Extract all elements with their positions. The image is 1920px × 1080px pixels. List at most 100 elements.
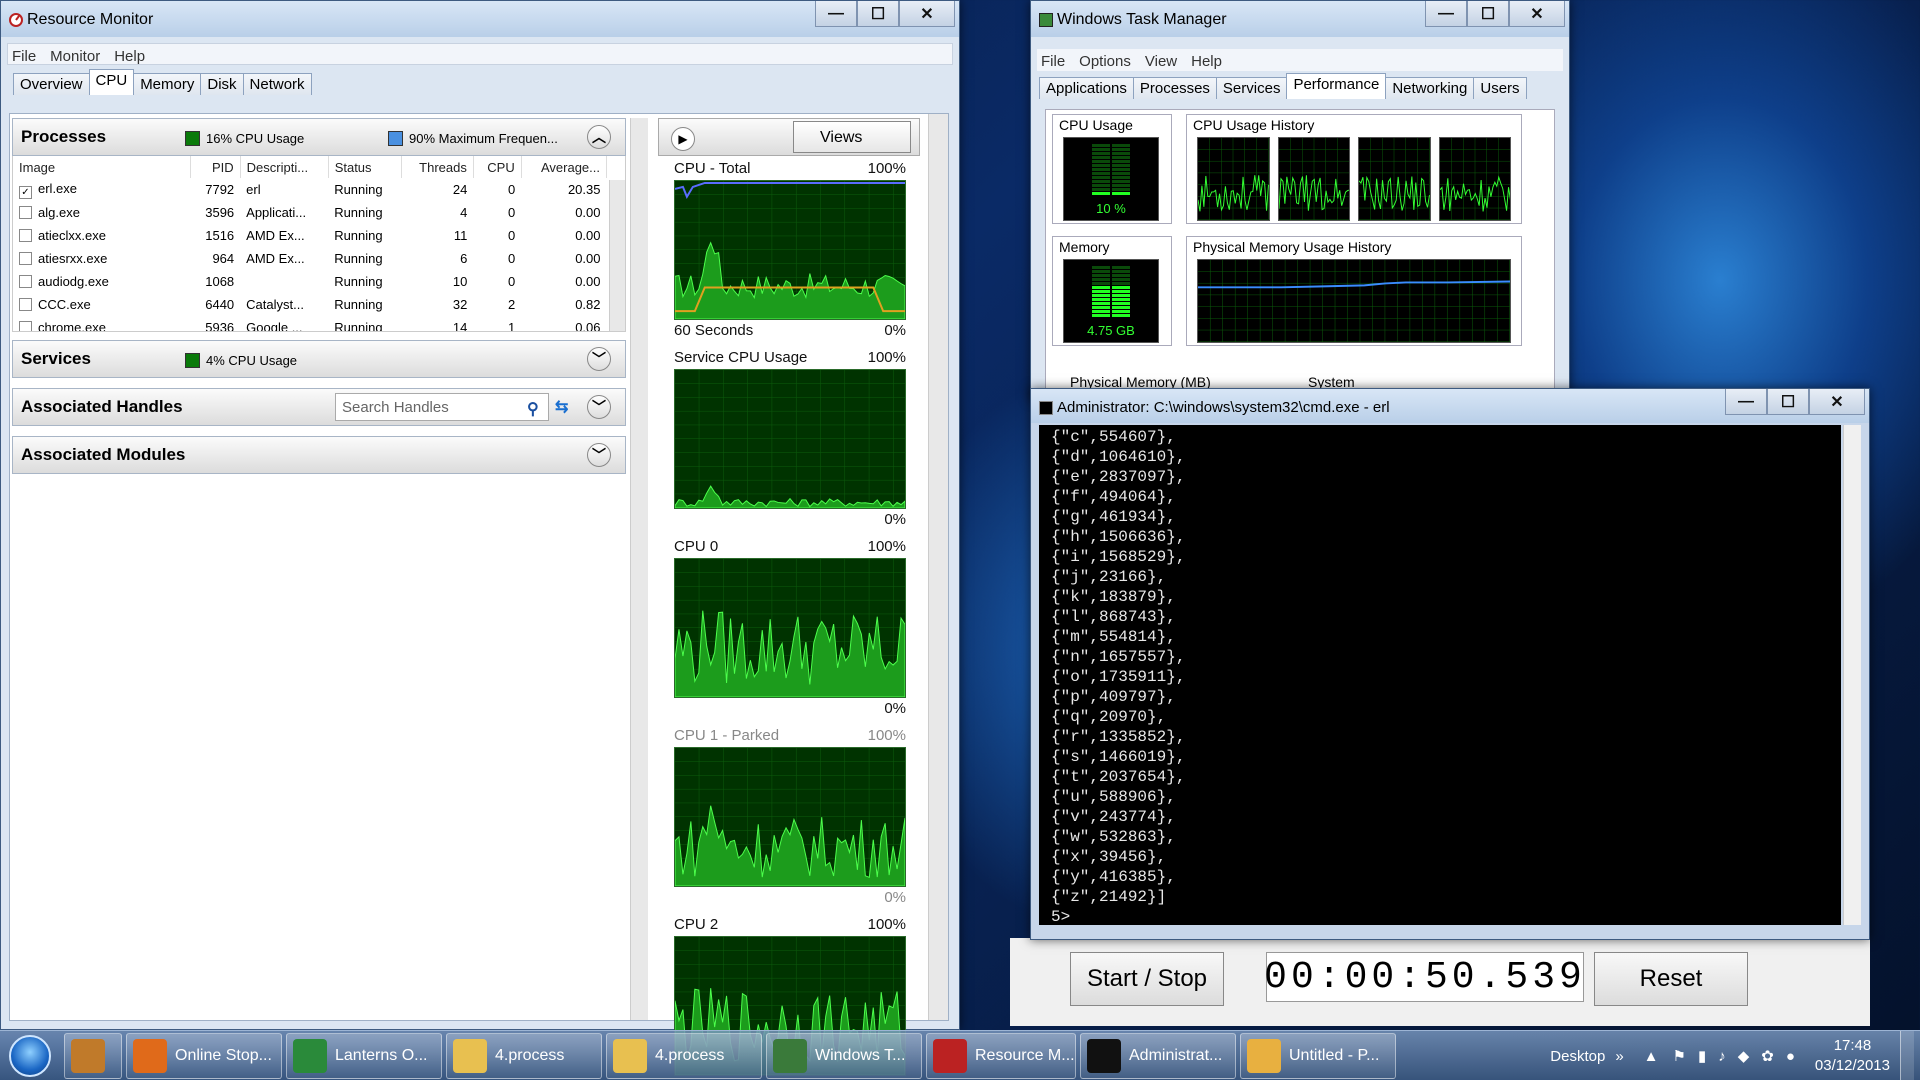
tab[interactable]: Overview xyxy=(13,73,90,95)
taskbar-item[interactable]: 4.process xyxy=(606,1032,762,1079)
show-desktop-button[interactable] xyxy=(1900,1031,1914,1080)
column-header[interactable]: Threads xyxy=(401,156,474,178)
cmd-scrollbar[interactable] xyxy=(1843,425,1861,925)
start-stop-button[interactable]: Start / Stop xyxy=(1070,952,1224,1006)
expand-arrow-icon[interactable]: ▶ xyxy=(671,127,695,151)
dropbox-icon[interactable]: ◆ xyxy=(1738,1047,1750,1065)
column-header[interactable]: PID xyxy=(190,156,241,178)
table-row[interactable]: alg.exe 3596 Applicati... Running 4 0 0.00 xyxy=(13,201,607,224)
resmon-titlebar[interactable]: Resource Monitor — ☐ ✕ xyxy=(1,1,959,37)
menu-item[interactable]: Help xyxy=(114,48,145,65)
maximize-button[interactable]: ☐ xyxy=(1467,1,1509,27)
network-icon[interactable]: ▮ xyxy=(1698,1047,1706,1065)
graphs-scrollbar[interactable] xyxy=(928,114,948,1020)
taskbar-item[interactable]: Resource M... xyxy=(926,1032,1076,1079)
taskbar-item[interactable]: Administrat... xyxy=(1080,1032,1236,1079)
tab[interactable]: Disk xyxy=(200,73,244,95)
tab[interactable]: Memory xyxy=(133,73,202,95)
tray-status-icon[interactable]: ● xyxy=(1786,1048,1795,1065)
start-button[interactable] xyxy=(0,1031,60,1080)
expand-chevron-icon[interactable]: ﹀ xyxy=(587,443,611,467)
maximize-button[interactable]: ☐ xyxy=(857,1,899,27)
cmd-titlebar[interactable]: Administrator: C:\windows\system32\cmd.e… xyxy=(1031,389,1869,423)
volume-icon[interactable]: ♪ xyxy=(1718,1048,1726,1065)
table-row[interactable]: atiesrxx.exe 964 AMD Ex... Running 6 0 0.00 xyxy=(13,247,607,270)
tab[interactable]: Processes xyxy=(1132,77,1217,99)
taskbar-item[interactable]: Untitled - P... xyxy=(1240,1032,1396,1079)
table-row[interactable]: chrome.exe 5936 Google ... Running 14 1 0.06 xyxy=(13,316,607,331)
tab[interactable]: Performance xyxy=(1286,73,1387,99)
column-header[interactable]: Average... xyxy=(521,156,608,178)
taskbar-item-label: Windows T... xyxy=(815,1046,906,1064)
tab[interactable]: Network xyxy=(242,73,312,95)
taskbar-item[interactable]: Online Stop... xyxy=(126,1032,282,1079)
refresh-icon[interactable]: ⇆ xyxy=(555,397,568,417)
menu-item[interactable]: File xyxy=(12,48,36,65)
menu-item[interactable]: Help xyxy=(1191,53,1222,70)
table-row[interactable]: CCC.exe 6440 Catalyst... Running 32 2 0.82 xyxy=(13,293,607,316)
menu-item[interactable]: View xyxy=(1145,53,1177,70)
menu-item[interactable]: Monitor xyxy=(50,48,100,65)
taskbar-item[interactable]: 4.process xyxy=(446,1032,602,1079)
processes-scrollbar[interactable] xyxy=(609,180,625,331)
table-row[interactable]: ✓ erl.exe 7792 erl Running 24 0 20.35 xyxy=(13,178,607,201)
expand-chevron-icon[interactable]: ﹀ xyxy=(587,395,611,419)
minimize-button[interactable]: — xyxy=(815,1,857,27)
collapse-chevron-icon[interactable]: ︿ xyxy=(587,125,611,149)
row-checkbox[interactable] xyxy=(19,206,32,219)
desktop-toolbar[interactable]: Desktop xyxy=(1550,1048,1605,1065)
taskbar-item[interactable]: Lanterns O... xyxy=(286,1032,442,1079)
search-icon[interactable]: ⚲ xyxy=(527,399,539,419)
minimize-button[interactable]: — xyxy=(1425,1,1467,27)
taskbar-item[interactable]: Windows T... xyxy=(766,1032,922,1079)
cmd-window: Administrator: C:\windows\system32\cmd.e… xyxy=(1030,388,1870,940)
services-header[interactable]: Services 4% CPU Usage ﹀ xyxy=(12,340,626,378)
search-handles-input[interactable]: Search Handles xyxy=(335,393,549,421)
toolbar-chevron-icon[interactable]: » xyxy=(1615,1048,1623,1065)
tab[interactable]: Users xyxy=(1473,77,1527,99)
tray-app-icon[interactable]: ✿ xyxy=(1761,1047,1774,1065)
row-checkbox[interactable] xyxy=(19,321,32,331)
action-center-icon[interactable]: ⚑ xyxy=(1673,1047,1686,1065)
row-checkbox[interactable] xyxy=(19,252,32,265)
column-header[interactable]: Status xyxy=(328,156,403,178)
cmd-app-icon xyxy=(1039,401,1053,415)
show-hidden-icons-icon[interactable]: ▲ xyxy=(1644,1048,1659,1065)
modules-header[interactable]: Associated Modules ﹀ xyxy=(12,436,626,474)
tab[interactable]: Applications xyxy=(1039,77,1134,99)
graph-max: 100% xyxy=(867,160,906,177)
reset-button[interactable]: Reset xyxy=(1594,952,1748,1006)
tab[interactable]: Networking xyxy=(1385,77,1475,99)
console-output[interactable]: {"c",554607}, {"d",1064610}, {"e",2837097}… xyxy=(1039,425,1841,925)
taskmgr-titlebar[interactable]: Windows Task Manager — ☐ ✕ xyxy=(1031,1,1569,37)
splitter-scrollbar[interactable] xyxy=(630,118,648,1020)
row-checkbox[interactable] xyxy=(19,298,32,311)
close-button[interactable]: ✕ xyxy=(1809,389,1865,415)
clock[interactable]: 17:48 03/12/2013 xyxy=(1815,1036,1890,1076)
expand-chevron-icon[interactable]: ﹀ xyxy=(587,347,611,371)
taskbar-item[interactable] xyxy=(64,1032,122,1079)
console-line: {"s",1466019}, xyxy=(1051,748,1186,766)
maximize-button[interactable]: ☐ xyxy=(1767,389,1809,415)
table-row[interactable]: audiodg.exe 1068 Running 10 0 0.00 xyxy=(13,270,607,293)
table-row[interactable]: atieclxx.exe 1516 AMD Ex... Running 11 0 0.00 xyxy=(13,224,607,247)
handles-header[interactable]: Associated Handles Search Handles ⚲ ⇆ ﹀ xyxy=(12,388,626,426)
tab[interactable]: CPU xyxy=(88,69,135,95)
processes-header[interactable]: Processes 16% CPU Usage 90% Maximum Freq… xyxy=(12,118,626,156)
menu-item[interactable]: File xyxy=(1041,53,1065,70)
image-name: atieclxx.exe xyxy=(38,228,106,243)
tab[interactable]: Services xyxy=(1215,77,1288,99)
column-header[interactable]: Descripti... xyxy=(240,156,329,178)
views-dropdown[interactable]: Views xyxy=(793,121,911,153)
column-header[interactable]: Image xyxy=(13,156,191,178)
taskmgr-app-icon xyxy=(1039,13,1053,27)
row-checkbox[interactable]: ✓ xyxy=(19,185,32,199)
minimize-button[interactable]: — xyxy=(1725,389,1767,415)
row-checkbox[interactable] xyxy=(19,229,32,242)
column-header[interactable]: CPU xyxy=(473,156,522,178)
row-checkbox[interactable] xyxy=(19,275,32,288)
console-line: {"l",868743}, xyxy=(1051,608,1176,626)
menu-item[interactable]: Options xyxy=(1079,53,1131,70)
close-button[interactable]: ✕ xyxy=(899,1,955,27)
close-button[interactable]: ✕ xyxy=(1509,1,1565,27)
